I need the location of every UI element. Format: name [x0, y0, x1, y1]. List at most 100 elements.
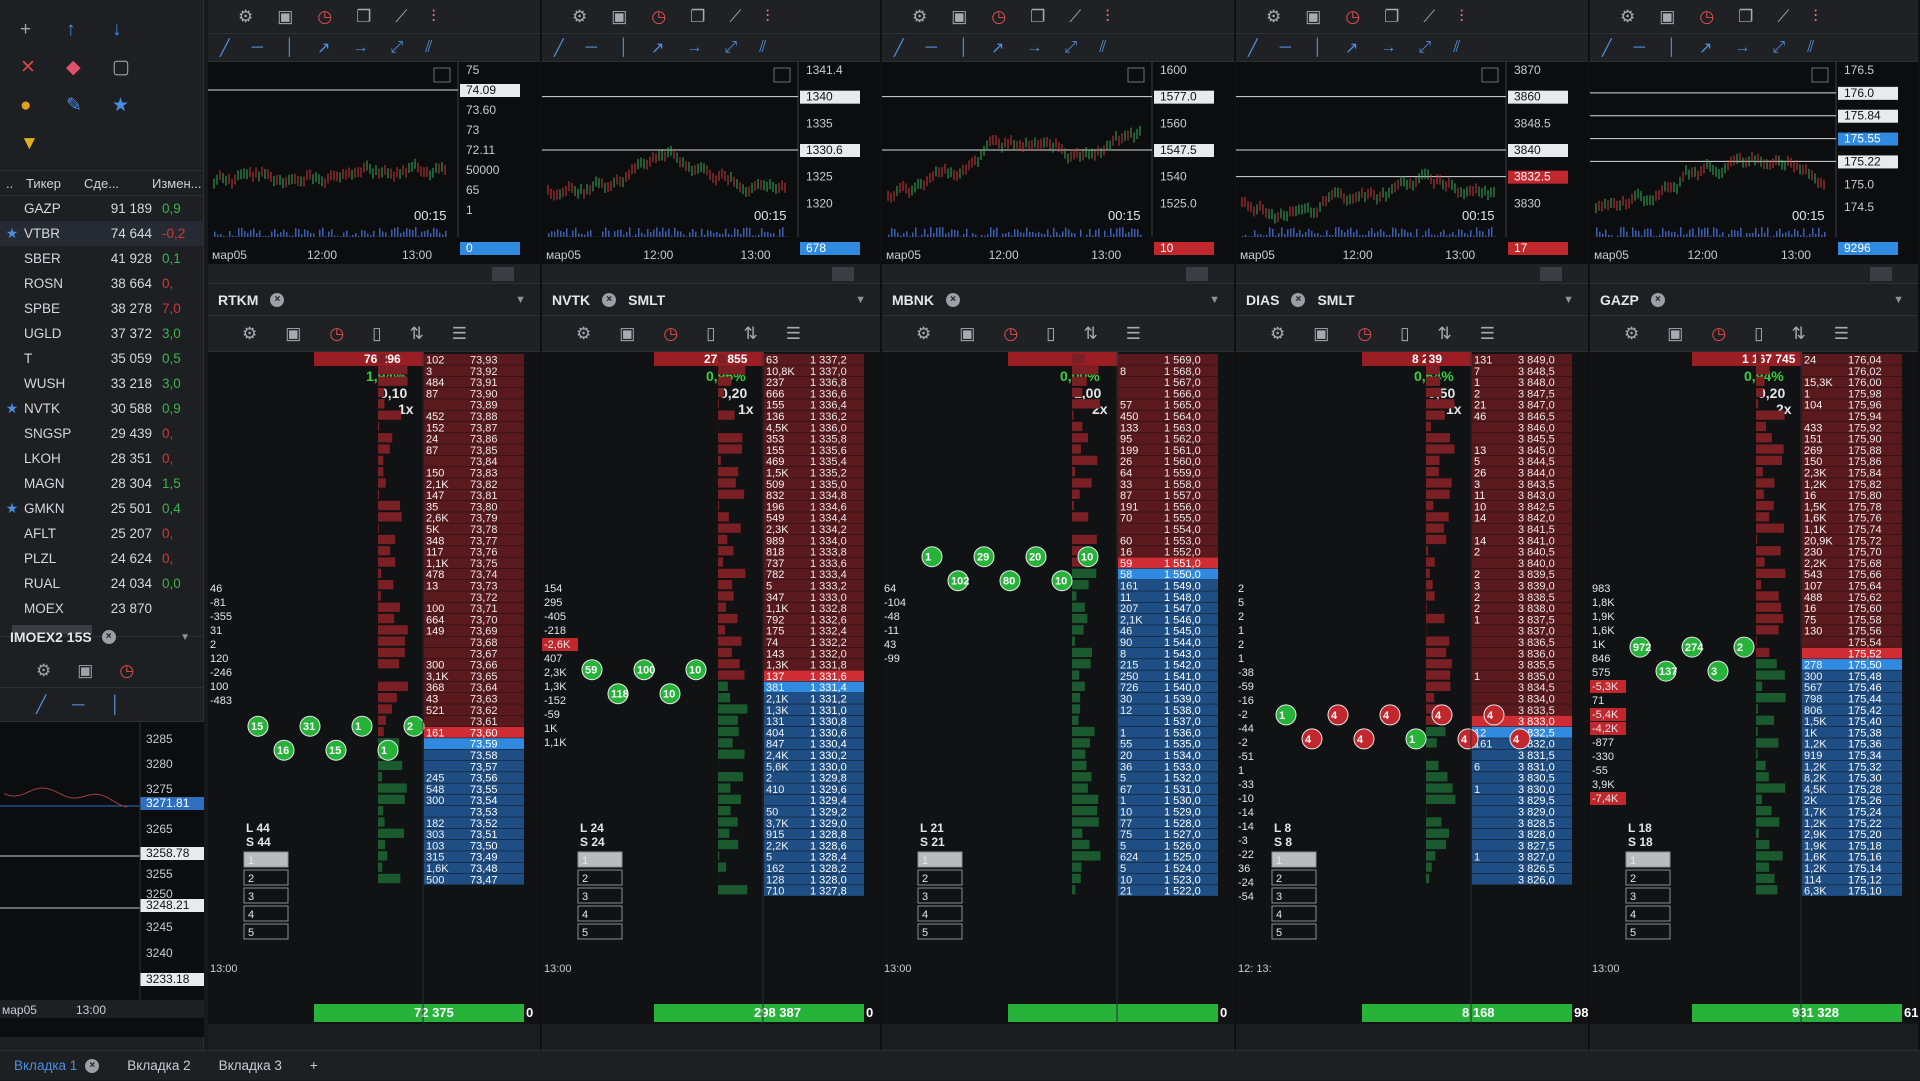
copy-icon[interactable]: ❐: [1030, 7, 1045, 27]
settings-icon[interactable]: ⚙: [1266, 7, 1281, 27]
arrow-down-icon[interactable]: ↓: [112, 14, 158, 46]
clock-icon[interactable]: ◷: [317, 7, 332, 27]
copy-icon[interactable]: ❐: [356, 7, 371, 27]
price-chart[interactable]: 1341.4134013351330.61325132067800:15мар0…: [542, 62, 880, 264]
channel-icon[interactable]: ⫽: [425, 39, 432, 57]
chart-scrollbar[interactable]: [542, 264, 880, 284]
settings-icon[interactable]: ⚙: [912, 7, 927, 27]
line-tool-icon[interactable]: ⟋: [1069, 7, 1081, 27]
chart-scrollbar[interactable]: [882, 264, 1234, 284]
copy-icon[interactable]: ❐: [1384, 7, 1399, 27]
add-icon[interactable]: +: [20, 14, 66, 46]
briefcase-icon[interactable]: ▣: [285, 324, 301, 344]
close-icon[interactable]: ×: [102, 630, 116, 644]
clock-icon[interactable]: ◷: [329, 324, 344, 344]
vline-icon[interactable]: │: [110, 695, 121, 715]
indicators-icon[interactable]: ⫶: [1105, 7, 1109, 27]
clock-icon[interactable]: ◷: [651, 7, 666, 27]
vline-icon[interactable]: │: [959, 39, 969, 57]
sort-icon[interactable]: ⇅: [410, 324, 424, 344]
channel-icon[interactable]: ⫽: [1099, 39, 1106, 57]
channel-icon[interactable]: ⫽: [1807, 39, 1814, 57]
hline-icon[interactable]: ─: [1634, 39, 1645, 57]
briefcase-icon[interactable]: ▣: [619, 324, 635, 344]
clock-icon[interactable]: ◷: [1699, 7, 1714, 27]
hline-icon[interactable]: ─: [72, 695, 84, 715]
ray-icon[interactable]: ↗: [317, 38, 330, 58]
clock-icon[interactable]: ◷: [663, 324, 678, 344]
list-icon[interactable]: ☰: [786, 324, 801, 344]
briefcase-icon[interactable]: ▣: [77, 661, 93, 681]
document-icon[interactable]: ▯: [1046, 324, 1055, 344]
chevron-down-icon[interactable]: ▼: [515, 294, 526, 306]
hline-icon[interactable]: ─: [926, 39, 937, 57]
col-dots[interactable]: ..: [0, 176, 20, 191]
chart-scrollbar[interactable]: [1590, 264, 1918, 284]
arrow-icon[interactable]: →: [1380, 39, 1396, 57]
briefcase-icon[interactable]: ▣: [1667, 324, 1683, 344]
settings-icon[interactable]: ⚙: [1270, 324, 1285, 344]
chart-scrollbar[interactable]: [208, 264, 540, 284]
document-icon[interactable]: ▯: [1754, 324, 1763, 344]
eraser-icon[interactable]: ◆: [66, 52, 112, 84]
clock-icon[interactable]: ◷: [119, 661, 134, 681]
col-change[interactable]: Измен...: [146, 176, 202, 191]
line-tool-icon[interactable]: ⟋: [1777, 7, 1789, 27]
arrow-up-icon[interactable]: ↑: [66, 14, 112, 46]
pencil-icon[interactable]: ✎: [66, 90, 112, 122]
price-chart[interactable]: 7574.0973.607372.1150000651000:15мар0512…: [208, 62, 540, 264]
index-chart[interactable]: 3285328032753271.8132653258.783255325032…: [0, 722, 204, 1037]
ray-icon[interactable]: ↗: [1345, 38, 1358, 58]
ticker-row[interactable]: AFLT25 2070,: [0, 521, 203, 546]
clock-icon[interactable]: ◷: [1357, 324, 1372, 344]
ray-icon[interactable]: ↗: [651, 38, 664, 58]
add-tab-button[interactable]: +: [296, 1051, 332, 1081]
hline-icon[interactable]: ─: [252, 39, 263, 57]
col-trades[interactable]: Сде...: [78, 176, 146, 191]
sort-icon[interactable]: ⇅: [1792, 324, 1806, 344]
order-book[interactable]: 272 8550,96%0,201x631 337,210,8K1 337,02…: [542, 352, 880, 1024]
ticker-row[interactable]: SPBE38 2787,0: [0, 296, 203, 321]
extend-icon[interactable]: ⤢: [1418, 39, 1431, 57]
arrow-icon[interactable]: →: [1026, 39, 1042, 57]
ticker-row[interactable]: MAGN28 3041,5: [0, 471, 203, 496]
settings-icon[interactable]: ⚙: [576, 324, 591, 344]
indicators-icon[interactable]: ⫶: [1813, 7, 1817, 27]
ticker-row[interactable]: SBER41 9280,1: [0, 246, 203, 271]
clock-icon[interactable]: ◷: [1345, 7, 1360, 27]
ticker-row[interactable]: MOEX23 870: [0, 596, 203, 621]
tab-2[interactable]: Вкладка 2: [113, 1051, 204, 1081]
ticker-row[interactable]: SNGSP29 4390,: [0, 421, 203, 446]
chevron-down-icon[interactable]: ▼: [180, 632, 190, 643]
ticker-row[interactable]: WUSH33 2183,0: [0, 371, 203, 396]
ticker-row[interactable]: LKOH28 3510,: [0, 446, 203, 471]
star-icon[interactable]: ★: [0, 500, 24, 517]
channel-icon[interactable]: ⫽: [759, 39, 766, 57]
arrow-icon[interactable]: →: [1734, 39, 1750, 57]
briefcase-icon[interactable]: ▣: [1313, 324, 1329, 344]
trendline-icon[interactable]: ╱: [1248, 38, 1258, 58]
extend-icon[interactable]: ⤢: [1064, 39, 1077, 57]
select-icon[interactable]: ▢: [112, 52, 158, 84]
sort-icon[interactable]: ⇅: [1084, 324, 1098, 344]
briefcase-icon[interactable]: ▣: [951, 7, 967, 27]
ticker-row[interactable]: ROSN38 6640,: [0, 271, 203, 296]
chevron-down-icon[interactable]: ▼: [1209, 294, 1220, 306]
filter-icon[interactable]: ▼: [20, 128, 66, 160]
settings-icon[interactable]: ⚙: [1624, 324, 1639, 344]
close-icon[interactable]: ×: [1651, 293, 1665, 307]
chart-scrollbar[interactable]: [1236, 264, 1588, 284]
tab-3[interactable]: Вкладка 3: [205, 1051, 296, 1081]
order-book[interactable]: 1 167 7450,94%0,202x24176,04176,0215,3K1…: [1590, 352, 1918, 1024]
briefcase-icon[interactable]: ▣: [611, 7, 627, 27]
chevron-down-icon[interactable]: ▼: [1563, 294, 1574, 306]
ray-icon[interactable]: ↗: [1699, 38, 1712, 58]
hline-icon[interactable]: ─: [1280, 39, 1291, 57]
line-tool-icon[interactable]: ⟋: [1423, 7, 1435, 27]
channel-icon[interactable]: ⫽: [1453, 39, 1460, 57]
ticker-row[interactable]: ★GMKN25 5010,4: [0, 496, 203, 521]
ticker-row[interactable]: UGLD37 3723,0: [0, 321, 203, 346]
copy-icon[interactable]: ❐: [1738, 7, 1753, 27]
clock-icon[interactable]: ◷: [991, 7, 1006, 27]
price-chart[interactable]: 16001577.015601547.515401525.01000:15мар…: [882, 62, 1234, 264]
